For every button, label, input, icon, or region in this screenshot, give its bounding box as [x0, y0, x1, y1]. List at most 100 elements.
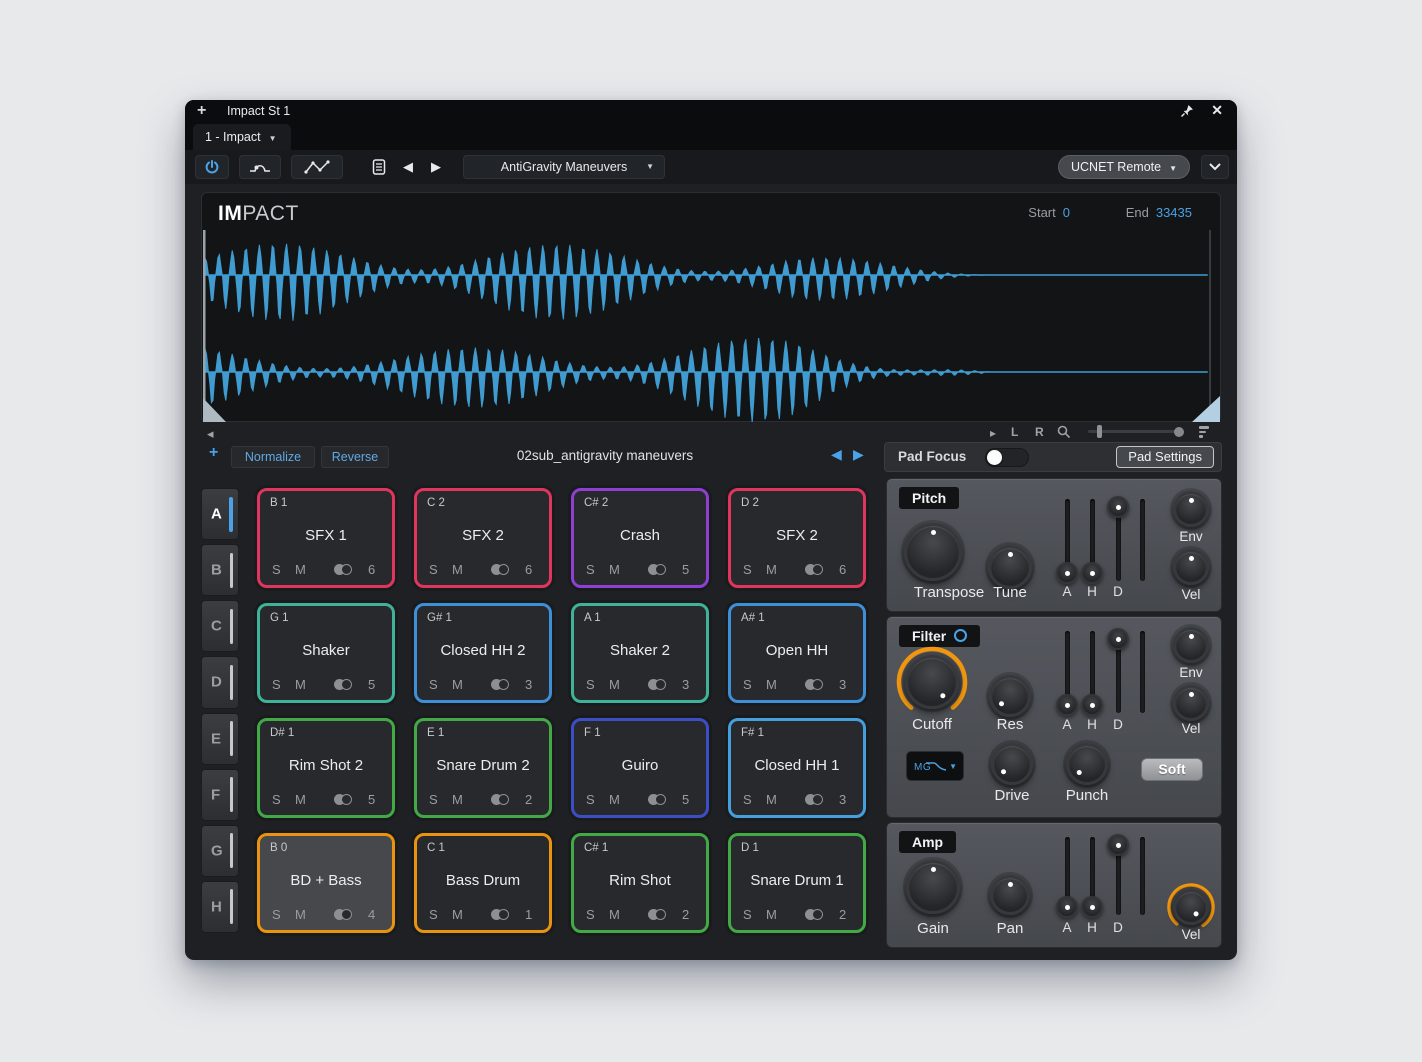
solo-button[interactable]: S — [429, 562, 438, 577]
output-group-icon[interactable] — [491, 794, 513, 806]
output-group-icon[interactable] — [491, 679, 513, 691]
solo-button[interactable]: S — [586, 562, 595, 577]
bank-f-button[interactable]: F — [201, 769, 239, 821]
mute-button[interactable]: M — [766, 792, 777, 807]
filter-hold-slider[interactable] — [1081, 631, 1103, 713]
sample-start-field[interactable]: Start0 — [1028, 205, 1070, 220]
output-group-icon[interactable] — [648, 794, 670, 806]
amp-hold-slider[interactable] — [1081, 837, 1103, 915]
output-group-icon[interactable] — [334, 679, 356, 691]
reverse-button[interactable]: Reverse — [321, 446, 389, 468]
power-button[interactable] — [195, 155, 229, 179]
start-handle[interactable] — [203, 398, 226, 422]
solo-button[interactable]: S — [743, 677, 752, 692]
solo-button[interactable]: S — [743, 907, 752, 922]
output-group-icon[interactable] — [805, 909, 827, 921]
zoom-slider-end-dot[interactable] — [1174, 427, 1184, 437]
solo-button[interactable]: S — [429, 907, 438, 922]
mute-button[interactable]: M — [609, 677, 620, 692]
layer-count[interactable]: 6 — [839, 562, 846, 577]
solo-button[interactable]: S — [272, 677, 281, 692]
layer-count[interactable]: 1 — [525, 907, 532, 922]
pad-focus-toggle[interactable] — [985, 448, 1029, 467]
pan-knob[interactable] — [990, 875, 1030, 915]
pitch-attack-slider[interactable] — [1056, 499, 1078, 581]
mute-button[interactable]: M — [295, 562, 306, 577]
pad-gsharp1[interactable]: G# 1Closed HH 2SM3 — [414, 603, 552, 703]
layer-count[interactable]: 5 — [682, 562, 689, 577]
collapse-panel-button[interactable] — [1201, 155, 1229, 179]
filter-env-knob[interactable] — [1173, 627, 1209, 663]
bank-b-button[interactable]: B — [201, 544, 239, 596]
prev-sample-icon[interactable]: ◀ — [831, 446, 842, 463]
pad-g1[interactable]: G 1ShakerSM5 — [257, 603, 395, 703]
solo-button[interactable]: S — [743, 562, 752, 577]
preset-file-icon[interactable] — [372, 159, 386, 175]
tab-impact[interactable]: 1 - Impact▼ — [193, 124, 291, 150]
solo-button[interactable]: S — [272, 907, 281, 922]
pad-csharp2[interactable]: C# 2CrashSM5 — [571, 488, 709, 588]
ucnet-remote-selector[interactable]: UCNET Remote▼ — [1058, 155, 1190, 179]
wave-menu-icon[interactable] — [1199, 424, 1209, 440]
right-channel-button[interactable]: R — [1035, 425, 1044, 439]
scroll-left-icon[interactable]: ◂ — [207, 426, 214, 442]
layer-count[interactable]: 3 — [839, 677, 846, 692]
mute-button[interactable]: M — [766, 907, 777, 922]
left-channel-button[interactable]: L — [1011, 425, 1018, 439]
amp-decay-slider[interactable] — [1107, 837, 1129, 915]
tune-knob[interactable] — [988, 545, 1032, 589]
solo-button[interactable]: S — [429, 677, 438, 692]
pitch-env-knob[interactable] — [1173, 491, 1209, 527]
pad-b0-selected[interactable]: B 0BD + BassSM4 — [257, 833, 395, 933]
output-group-icon[interactable] — [491, 564, 513, 576]
bank-g-button[interactable]: G — [201, 825, 239, 877]
envelope-button[interactable] — [291, 155, 343, 179]
mute-button[interactable]: M — [295, 677, 306, 692]
pad-c2[interactable]: C 2SFX 2SM6 — [414, 488, 552, 588]
output-group-icon[interactable] — [491, 909, 513, 921]
next-sample-icon[interactable]: ▶ — [853, 446, 864, 463]
filter-decay-slider[interactable] — [1107, 631, 1129, 713]
solo-button[interactable]: S — [743, 792, 752, 807]
amp-vel-knob[interactable] — [1173, 889, 1209, 925]
bank-c-button[interactable]: C — [201, 600, 239, 652]
pitch-decay-slider[interactable] — [1107, 499, 1129, 581]
filter-enable-icon[interactable] — [954, 629, 967, 642]
solo-button[interactable]: S — [586, 792, 595, 807]
layer-count[interactable]: 2 — [525, 792, 532, 807]
layer-count[interactable]: 5 — [368, 792, 375, 807]
mute-button[interactable]: M — [295, 907, 306, 922]
waveform-display[interactable] — [202, 230, 1220, 422]
layer-count[interactable]: 6 — [368, 562, 375, 577]
output-group-icon[interactable] — [648, 564, 670, 576]
velocity-curve-button[interactable] — [239, 155, 281, 179]
transpose-knob[interactable] — [904, 523, 962, 581]
layer-count[interactable]: 2 — [839, 907, 846, 922]
pad-c1[interactable]: C 1Bass DrumSM1 — [414, 833, 552, 933]
output-group-icon[interactable] — [805, 679, 827, 691]
bank-a-button[interactable]: A — [201, 488, 239, 540]
punch-knob[interactable] — [1066, 743, 1108, 785]
pad-e1[interactable]: E 1Snare Drum 2SM2 — [414, 718, 552, 818]
filter-type-selector[interactable]: MG ▼ — [906, 751, 964, 781]
solo-button[interactable]: S — [586, 907, 595, 922]
mute-button[interactable]: M — [452, 562, 463, 577]
output-group-icon[interactable] — [334, 909, 356, 921]
layer-count[interactable]: 4 — [368, 907, 375, 922]
close-icon[interactable]: ✕ — [1211, 102, 1223, 119]
soft-button[interactable]: Soft — [1141, 758, 1203, 781]
pad-f1[interactable]: F 1GuiroSM5 — [571, 718, 709, 818]
pad-a1[interactable]: A 1Shaker 2SM3 — [571, 603, 709, 703]
sample-start-marker[interactable] — [203, 230, 206, 422]
zoom-slider-handle[interactable] — [1097, 425, 1102, 438]
solo-button[interactable]: S — [429, 792, 438, 807]
mute-button[interactable]: M — [295, 792, 306, 807]
filter-attack-slider[interactable] — [1056, 631, 1078, 713]
zoom-slider[interactable] — [1088, 430, 1184, 433]
mute-button[interactable]: M — [766, 677, 777, 692]
filter-vel-knob[interactable] — [1173, 685, 1209, 721]
bank-d-button[interactable]: D — [201, 656, 239, 708]
output-group-icon[interactable] — [805, 564, 827, 576]
pad-b1[interactable]: B 1SFX 1SM6 — [257, 488, 395, 588]
layer-count[interactable]: 3 — [525, 677, 532, 692]
